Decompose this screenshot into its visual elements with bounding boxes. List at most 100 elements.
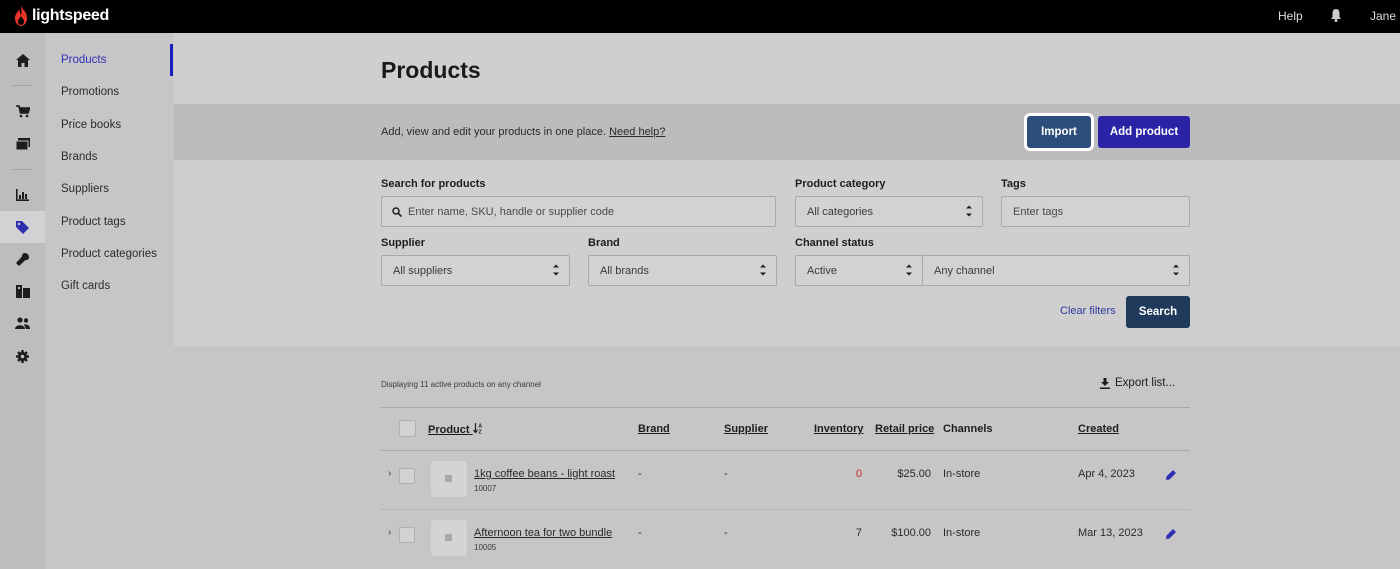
product-inventory: 0	[855, 468, 862, 480]
edit-icon[interactable]	[1166, 526, 1176, 544]
tag-icon[interactable]	[0, 211, 45, 243]
select-all-checkbox[interactable]	[399, 420, 416, 437]
product-price: $25.00	[897, 468, 931, 480]
supplier-label: Supplier	[381, 237, 426, 249]
edit-icon[interactable]	[1166, 467, 1176, 485]
brand-select[interactable]: All brands	[588, 255, 777, 286]
supplier-value: All suppliers	[393, 264, 453, 277]
export-label: Export list...	[1115, 377, 1176, 389]
column-supplier[interactable]: Supplier	[724, 423, 768, 435]
row-checkbox[interactable]	[399, 468, 415, 484]
rail-divider	[12, 169, 32, 170]
filters-panel: Search for products Enter name, SKU, han…	[174, 160, 1400, 346]
row-divider	[381, 509, 1190, 510]
import-button[interactable]: Import	[1024, 113, 1094, 151]
user-menu[interactable]: Jane	[1370, 9, 1396, 23]
submenu-price-books[interactable]: Price books	[61, 119, 121, 131]
submenu-gift-cards[interactable]: Gift cards	[61, 280, 110, 292]
icon-rail	[0, 33, 45, 569]
row-checkbox[interactable]	[399, 527, 415, 543]
search-icon	[392, 207, 402, 217]
search-input[interactable]: Enter name, SKU, handle or supplier code	[381, 196, 776, 227]
submenu-suppliers[interactable]: Suppliers	[61, 183, 109, 195]
product-created: Apr 4, 2023	[1078, 468, 1135, 480]
sort-icon: AZ	[472, 423, 482, 436]
category-select[interactable]: All categories	[795, 196, 983, 227]
column-inventory[interactable]: Inventory	[814, 423, 864, 435]
channel-value: Any channel	[934, 264, 995, 277]
brand-label: Brand	[588, 237, 620, 249]
status-select[interactable]: Active	[795, 255, 923, 286]
product-sku: 10007	[474, 484, 497, 493]
product-name-link[interactable]: Afternoon tea for two bundle	[474, 527, 612, 539]
svg-text:Z: Z	[478, 430, 481, 435]
column-created[interactable]: Created	[1078, 423, 1119, 435]
inventory-icon[interactable]	[0, 275, 45, 307]
brand-name: lightspeed	[32, 7, 110, 24]
search-button[interactable]: Search	[1126, 296, 1190, 328]
clear-filters-link[interactable]: Clear filters	[1060, 305, 1116, 317]
submenu-product-categories[interactable]: Product categories	[61, 248, 157, 260]
select-arrows-icon	[760, 264, 766, 276]
table-header-border	[381, 450, 1190, 451]
wrench-icon[interactable]	[0, 243, 45, 275]
intro-sentence: Add, view and edit your products in one …	[381, 126, 607, 138]
title-band: Products	[174, 33, 1400, 104]
customers-icon[interactable]	[0, 307, 45, 339]
product-price: $100.00	[891, 527, 931, 539]
tags-label: Tags	[1001, 178, 1026, 190]
channel-select[interactable]: Any channel	[922, 255, 1190, 286]
flame-icon	[15, 6, 27, 26]
info-band: Add, view and edit your products in one …	[174, 104, 1400, 160]
search-placeholder: Enter name, SKU, handle or supplier code	[408, 205, 615, 218]
column-retail-price[interactable]: Retail price	[875, 423, 934, 435]
help-link[interactable]: Help	[1278, 9, 1303, 23]
tags-placeholder: Enter tags	[1013, 205, 1064, 218]
category-value: All categories	[807, 205, 874, 218]
product-thumbnail	[431, 520, 467, 556]
cart-icon[interactable]	[0, 95, 45, 127]
products-submenu: Products Promotions Price books Brands S…	[45, 33, 174, 569]
product-supplier: -	[724, 527, 728, 539]
need-help-link[interactable]: Need help?	[609, 126, 665, 138]
column-product-label: Product	[428, 424, 470, 436]
lightspeed-logo[interactable]: lightspeed	[14, 6, 109, 26]
export-list-button[interactable]: Export list...	[1100, 377, 1175, 389]
column-brand[interactable]: Brand	[638, 423, 670, 435]
product-channels: In-store	[943, 527, 981, 539]
expand-row-icon[interactable]: ›	[388, 527, 391, 538]
bell-icon[interactable]	[1330, 8, 1342, 27]
category-label: Product category	[795, 178, 886, 190]
product-list: Displaying 11 active products on any cha…	[174, 346, 1400, 569]
select-arrows-icon	[906, 264, 912, 276]
submenu-product-tags[interactable]: Product tags	[61, 216, 126, 228]
expand-row-icon[interactable]: ›	[388, 468, 391, 479]
search-label: Search for products	[381, 178, 486, 190]
supplier-select[interactable]: All suppliers	[381, 255, 570, 286]
submenu-brands[interactable]: Brands	[61, 151, 97, 163]
product-brand: -	[638, 527, 642, 539]
intro-text: Add, view and edit your products in one …	[381, 126, 665, 138]
result-count: Displaying 11 active products on any cha…	[381, 380, 541, 389]
select-arrows-icon	[966, 205, 972, 217]
add-product-button[interactable]: Add product	[1098, 116, 1190, 148]
submenu-products[interactable]: Products	[61, 54, 106, 66]
reports-icon[interactable]	[0, 179, 45, 211]
active-indicator	[170, 44, 173, 76]
submenu-promotions[interactable]: Promotions	[61, 86, 119, 98]
column-product[interactable]: Product AZ	[428, 423, 483, 436]
brand-value: All brands	[600, 264, 649, 277]
settings-icon[interactable]	[0, 340, 45, 372]
product-name-link[interactable]: 1kg coffee beans - light roast	[474, 468, 615, 480]
select-arrows-icon	[553, 264, 559, 276]
rail-divider	[12, 85, 32, 86]
column-channels: Channels	[943, 423, 993, 435]
main-content: Products Add, view and edit your product…	[174, 33, 1400, 569]
tags-input[interactable]: Enter tags	[1001, 196, 1190, 227]
download-icon	[1100, 377, 1110, 389]
register-icon[interactable]	[0, 128, 45, 160]
home-icon[interactable]	[0, 44, 45, 76]
page-title: Products	[381, 57, 481, 83]
product-thumbnail	[431, 461, 467, 497]
select-arrows-icon	[1173, 264, 1179, 276]
